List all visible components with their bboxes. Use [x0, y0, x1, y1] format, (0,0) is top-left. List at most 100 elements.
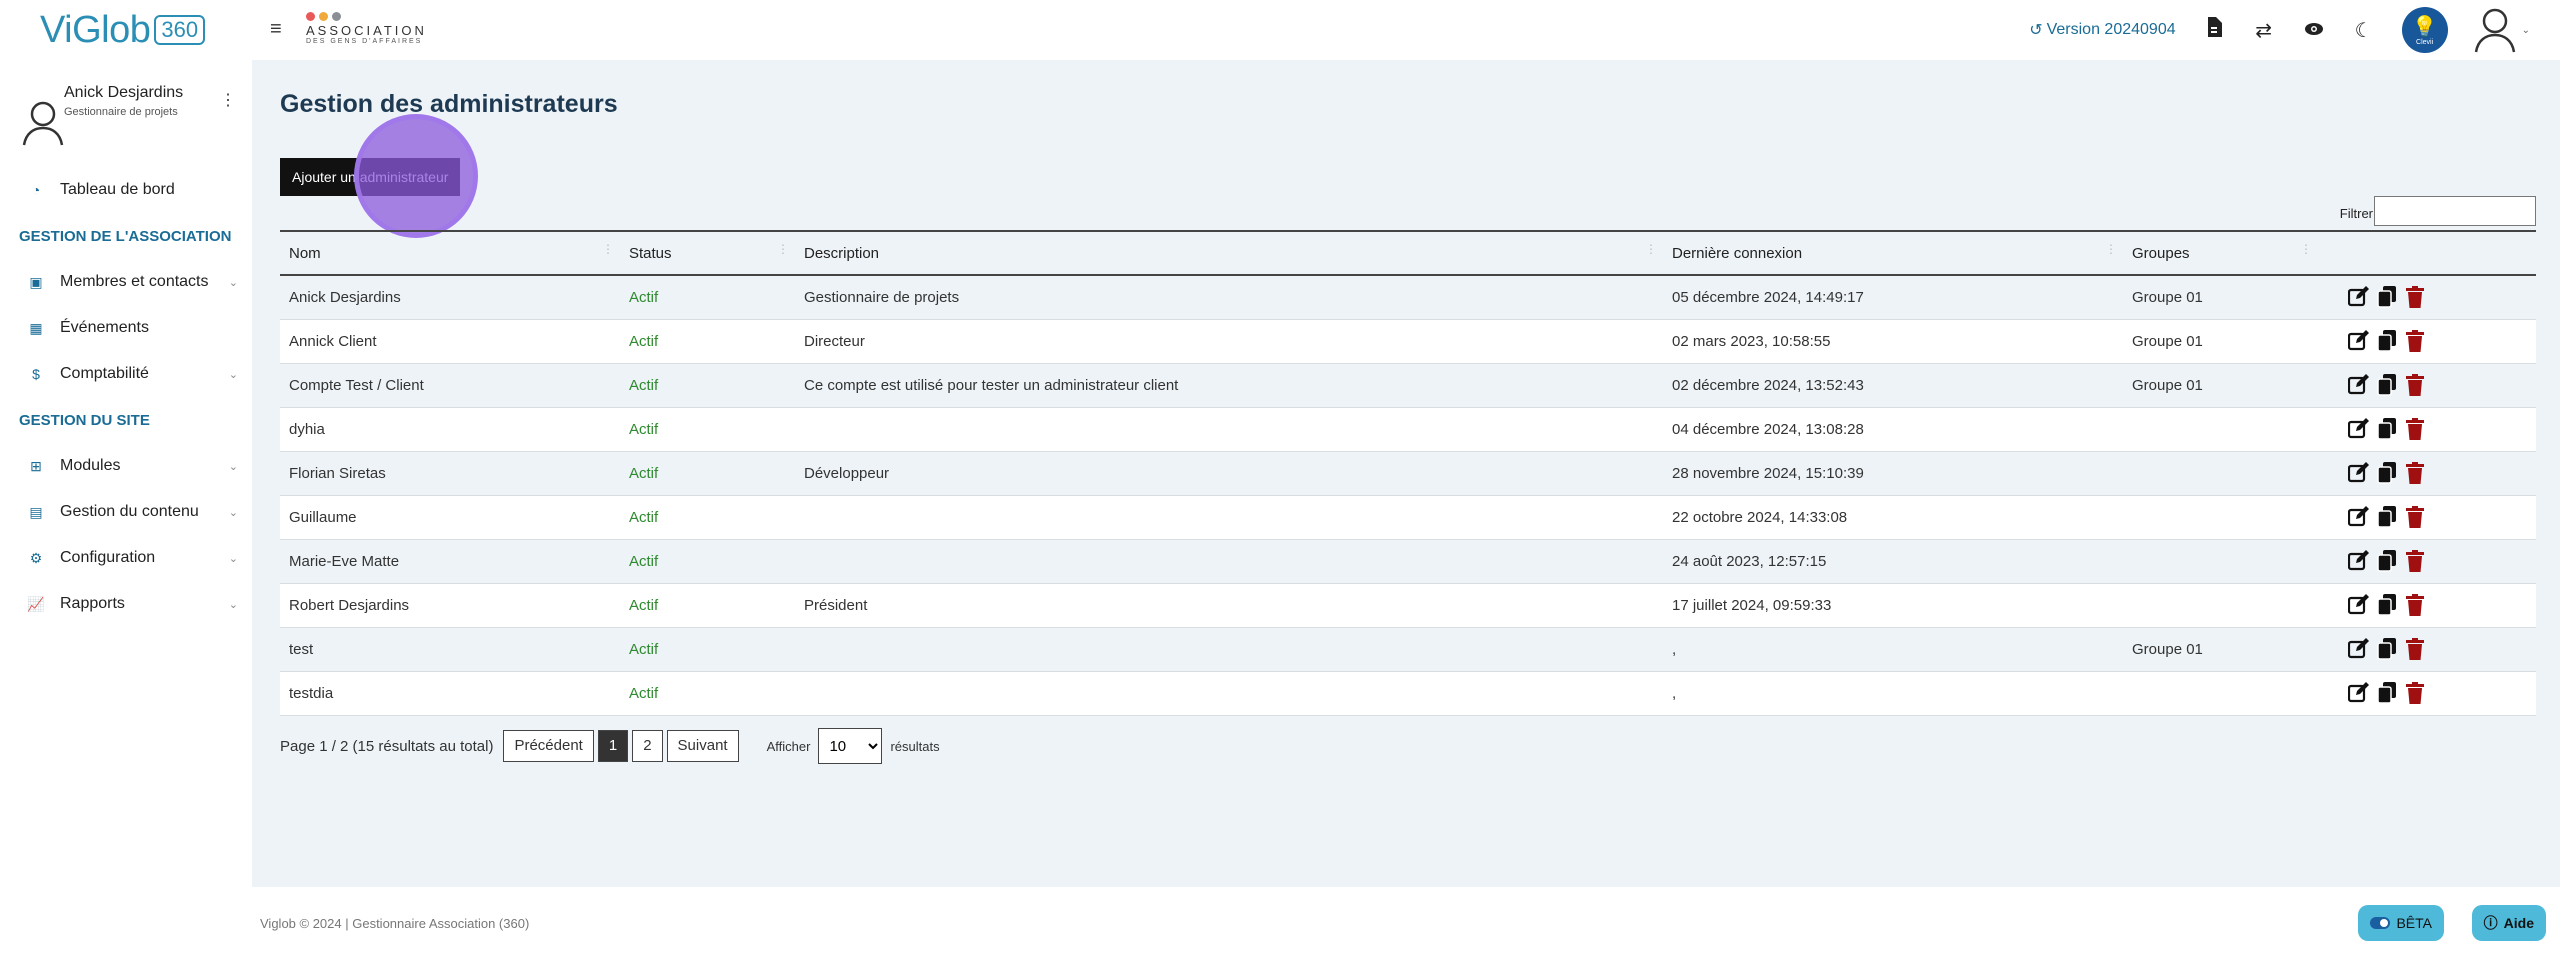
- cell-groups: Groupe 01: [2123, 275, 2318, 320]
- trash-icon[interactable]: [2403, 593, 2427, 617]
- filter-input[interactable]: [2374, 196, 2536, 226]
- table-row[interactable]: Annick Client Actif Directeur 02 mars 2023,…: [280, 319, 2536, 364]
- trash-icon[interactable]: [2403, 549, 2427, 573]
- table-row[interactable]: dyhia Actif 04 décembre 2024, 13:08:28: [280, 407, 2536, 452]
- edit-icon[interactable]: [2347, 637, 2371, 661]
- viglob-logo[interactable]: ViGlob 360: [40, 9, 206, 51]
- column-header-status[interactable]: Status ⋮: [620, 230, 795, 276]
- cell-status: Actif: [620, 539, 795, 584]
- table-row[interactable]: Florian Siretas Actif Développeur 28 novemb…: [280, 451, 2536, 496]
- cell-actions: [2318, 319, 2536, 364]
- sidebar-item-members[interactable]: ▣ Membres et contacts ⌄: [0, 259, 252, 305]
- table-row[interactable]: testdia Actif,: [280, 671, 2536, 716]
- sidebar-nav: ◔ Tableau de bord GESTION DE L'ASSOCIATI…: [0, 167, 252, 627]
- edit-icon[interactable]: [2347, 461, 2371, 485]
- trash-icon[interactable]: [2403, 285, 2427, 309]
- sidebar-item-modules[interactable]: ⊞ Modules ⌄: [0, 443, 252, 489]
- kebab-menu-icon[interactable]: ⋮: [220, 90, 236, 110]
- edit-icon[interactable]: [2347, 549, 2371, 573]
- copy-icon[interactable]: [2375, 505, 2399, 529]
- logo-dot-grey: [332, 12, 341, 21]
- next-page-button[interactable]: Suivant: [666, 730, 739, 762]
- copy-icon[interactable]: [2375, 373, 2399, 397]
- sidebar: Anick Desjardins Gestionnaire de projets…: [0, 60, 252, 953]
- table-row[interactable]: Robert Desjardins Actif Président 17 juille…: [280, 583, 2536, 628]
- page-size-select[interactable]: 10: [818, 728, 883, 764]
- edit-icon[interactable]: [2347, 505, 2371, 529]
- page-1-button[interactable]: 1: [597, 730, 629, 762]
- cell-status: Actif: [620, 583, 795, 628]
- calendar-icon: ▦: [29, 319, 43, 336]
- dark-mode-moon-icon[interactable]: ☾: [2352, 18, 2376, 43]
- logo-dot-red: [306, 12, 315, 21]
- edit-icon[interactable]: [2347, 593, 2371, 617]
- trash-icon[interactable]: [2403, 417, 2427, 441]
- sidebar-item-label: Modules: [60, 457, 121, 474]
- column-header-groups[interactable]: Groupes ⋮: [2123, 230, 2318, 276]
- sidebar-item-dashboard[interactable]: ◔ Tableau de bord: [0, 167, 252, 213]
- column-header-last-login[interactable]: Dernière connexion ⋮: [1663, 230, 2123, 276]
- page-2-button[interactable]: 2: [632, 730, 663, 762]
- add-administrator-button[interactable]: Ajouter un administrateur: [280, 158, 461, 196]
- trash-icon[interactable]: [2403, 637, 2427, 661]
- profile-name: Anick Desjardins: [64, 84, 184, 101]
- document-icon[interactable]: [2202, 17, 2226, 43]
- table-row[interactable]: Compte Test / Client Actif Ce compte est u…: [280, 363, 2536, 408]
- copy-icon[interactable]: [2375, 461, 2399, 485]
- cell-description: [795, 671, 1663, 716]
- beta-toggle-button[interactable]: BÊTA: [2358, 905, 2444, 941]
- copy-icon[interactable]: [2375, 329, 2399, 353]
- cell-last-login: 04 décembre 2024, 13:08:28: [1663, 407, 2123, 452]
- table-row[interactable]: Marie-Eve Matte Actif 24 août 2023, 12:57:…: [280, 539, 2536, 584]
- cell-status: Actif: [620, 407, 795, 452]
- cell-nom: test: [280, 627, 620, 672]
- edit-icon[interactable]: [2347, 373, 2371, 397]
- top-header: ViGlob 360 ≡ ASSOCIATION DES GENS D'AFFA…: [0, 0, 2560, 60]
- column-header-actions: [2318, 230, 2536, 276]
- chevron-down-icon: ⌄: [228, 552, 238, 565]
- sidebar-item-events[interactable]: ▦ Événements: [0, 305, 252, 351]
- help-button[interactable]: ⓘ Aide: [2471, 905, 2546, 941]
- column-header-nom[interactable]: Nom ⋮: [280, 230, 620, 276]
- cell-groups: [2123, 539, 2318, 584]
- copy-icon[interactable]: [2375, 285, 2399, 309]
- trash-icon[interactable]: [2403, 681, 2427, 705]
- copy-icon[interactable]: [2375, 417, 2399, 441]
- sidebar-item-content[interactable]: ▤ Gestion du contenu ⌄: [0, 489, 252, 535]
- hamburger-menu-icon[interactable]: ≡: [270, 18, 282, 41]
- sidebar-item-label: Configuration: [60, 549, 156, 566]
- cell-nom: dyhia: [280, 407, 620, 452]
- cell-description: [795, 495, 1663, 540]
- question-icon: ⓘ: [2483, 915, 2498, 931]
- edit-icon[interactable]: [2347, 681, 2371, 705]
- edit-icon[interactable]: [2347, 285, 2371, 309]
- trash-icon[interactable]: [2403, 461, 2427, 485]
- previous-page-button[interactable]: Précédent: [503, 730, 594, 762]
- eye-icon[interactable]: [2302, 19, 2326, 42]
- table-row[interactable]: Guillaume Actif 22 octobre 2024, 14:33:08: [280, 495, 2536, 540]
- copy-icon[interactable]: [2375, 593, 2399, 617]
- trash-icon[interactable]: [2403, 373, 2427, 397]
- trash-icon[interactable]: [2403, 329, 2427, 353]
- edit-icon[interactable]: [2347, 417, 2371, 441]
- table-row[interactable]: test Actif, Groupe 01: [280, 627, 2536, 672]
- user-menu[interactable]: ⌄: [2474, 7, 2530, 53]
- sidebar-item-accounting[interactable]: $ Comptabilité ⌄: [0, 351, 252, 397]
- edit-icon[interactable]: [2347, 329, 2371, 353]
- copy-icon[interactable]: [2375, 637, 2399, 661]
- user-avatar-icon: [2474, 8, 2515, 53]
- copy-icon[interactable]: [2375, 549, 2399, 573]
- cell-groups: Groupe 01: [2123, 363, 2318, 408]
- chevron-down-icon: ⌄: [228, 460, 238, 473]
- column-header-description[interactable]: Description ⋮: [795, 230, 1663, 276]
- swap-arrows-icon[interactable]: ⇄: [2252, 18, 2276, 43]
- trash-icon[interactable]: [2403, 505, 2427, 529]
- table-row[interactable]: Anick Desjardins Actif Gestionnaire de pro…: [280, 275, 2536, 320]
- cell-description: Président: [795, 583, 1663, 628]
- copy-icon[interactable]: [2375, 681, 2399, 705]
- cell-nom: Anick Desjardins: [280, 275, 620, 320]
- assistant-bulb-button[interactable]: 💡 Clevii: [2401, 7, 2448, 53]
- version-link[interactable]: ↺ Version 20240904: [2029, 20, 2175, 40]
- sidebar-item-reports[interactable]: 📈 Rapports ⌄: [0, 581, 252, 627]
- sidebar-item-configuration[interactable]: ⚙ Configuration ⌄: [0, 535, 252, 581]
